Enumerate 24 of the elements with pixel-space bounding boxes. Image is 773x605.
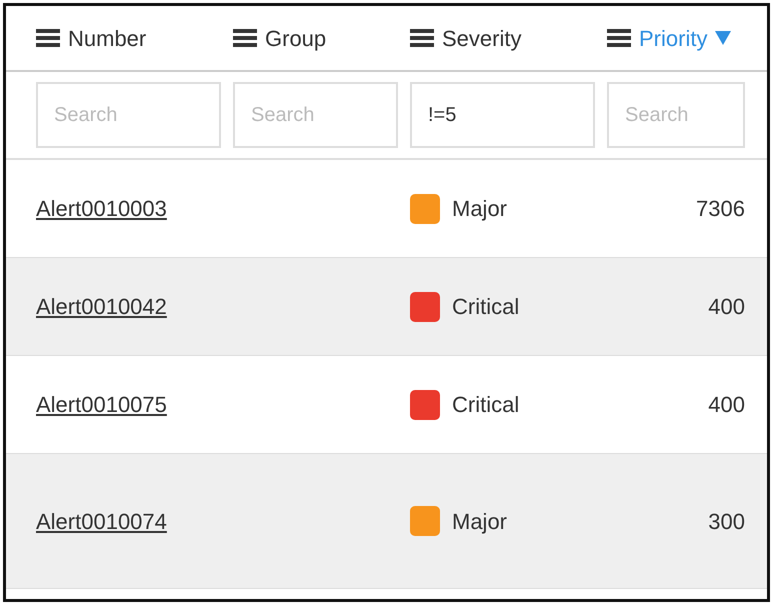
priority-cell-text: 400 xyxy=(707,391,745,419)
sort-down-icon xyxy=(715,31,732,45)
priority-cell-text: 400 xyxy=(707,293,745,321)
search-field[interactable]: Search xyxy=(607,82,745,148)
alert-link[interactable]: Alert0010074 xyxy=(36,504,221,538)
severity-label: Major xyxy=(452,508,508,536)
menu-icon xyxy=(607,29,631,47)
menu-icon xyxy=(410,29,434,47)
alert-link[interactable]: Alert0010042 xyxy=(36,290,221,323)
column-header[interactable]: Group xyxy=(233,22,398,54)
severity-label: Major xyxy=(452,195,508,223)
search-field[interactable]: !=5 xyxy=(410,82,595,148)
menu-icon xyxy=(233,29,257,47)
search-field[interactable]: Search xyxy=(233,82,398,148)
alert-link[interactable]: Alert0010003 xyxy=(36,192,221,225)
menu-icon xyxy=(36,29,60,47)
column-header[interactable]: Number xyxy=(36,22,221,54)
severity-label: Critical xyxy=(452,391,520,419)
severity-label: Critical xyxy=(452,293,520,321)
alert-link[interactable]: Alert0010075 xyxy=(36,388,221,421)
column-header[interactable]: Severity xyxy=(410,22,595,54)
priority-cell-text: 7306 xyxy=(695,195,745,223)
search-field[interactable]: Search xyxy=(36,82,221,148)
priority-cell-text: 300 xyxy=(707,508,745,536)
